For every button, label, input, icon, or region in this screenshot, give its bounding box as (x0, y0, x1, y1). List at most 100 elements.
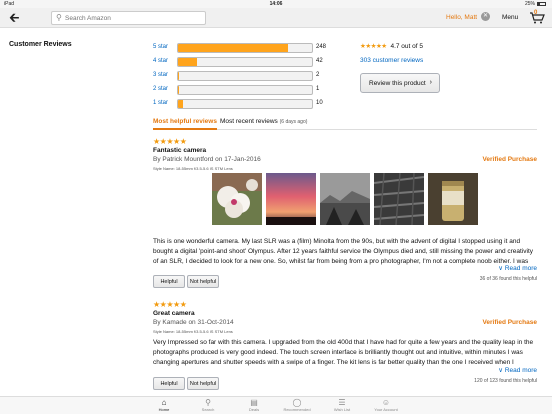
review-title[interactable]: Fantastic camera (153, 147, 206, 154)
cart-button[interactable]: 0 (529, 10, 545, 24)
review-card: ★★★★★ Great camera By Kamade on 31-Oct-2… (153, 300, 537, 395)
histogram-bar (177, 85, 313, 95)
histogram-label[interactable]: 1 star (153, 100, 168, 106)
histogram-fill (178, 72, 180, 80)
tabbar-label: Wish List (333, 407, 351, 412)
histogram-fill (178, 44, 288, 52)
not-helpful-button[interactable]: Not helpful (187, 377, 219, 390)
histogram-count: 10 (316, 100, 323, 106)
search-icon: ⚲ (205, 398, 211, 407)
histogram-row-5[interactable]: 5 star 248 (153, 43, 333, 53)
histogram-row-4[interactable]: 4 star 42 (153, 57, 333, 67)
histogram-count: 42 (316, 58, 323, 64)
battery-icon (537, 1, 546, 6)
review-date: on 31-Oct-2014 (188, 319, 234, 326)
histogram-row-2[interactable]: 2 star 1 (153, 85, 333, 95)
customer-reviews-link[interactable]: 303 customer reviews (360, 57, 423, 64)
histogram-label[interactable]: 2 star (153, 86, 168, 92)
average-rating-text: 4.7 out of 5 (390, 43, 423, 50)
tab-most-helpful[interactable]: Most helpful reviews (153, 118, 217, 130)
not-helpful-button[interactable]: Not helpful (187, 275, 219, 288)
review-image-bw-landscape[interactable] (320, 173, 370, 225)
read-more-link[interactable]: ∨ Read more (498, 366, 537, 374)
tabbar-item-home[interactable]: ⌂ Home (144, 398, 184, 412)
histogram-label[interactable]: 4 star (153, 58, 168, 64)
tabbar-label: Deals (248, 407, 260, 412)
histogram-count: 2 (316, 72, 320, 78)
read-more-label: Read more (504, 367, 537, 374)
review-image-bw-texture[interactable] (374, 173, 424, 225)
review-image-sunset[interactable] (266, 173, 316, 225)
tabbar-item-account[interactable]: ☺ Your Account (366, 398, 406, 412)
tabbar-label: Your Account (374, 407, 398, 412)
battery-indicator: 25% (525, 1, 546, 7)
histogram-label[interactable]: 5 star (153, 44, 168, 50)
average-rating: ★★★★★ 4.7 out of 5 (360, 42, 423, 50)
chevron-right-icon: › (429, 79, 432, 86)
review-product-label: Review this product (369, 79, 426, 87)
tabbar-label: Home (158, 407, 170, 412)
read-more-link[interactable]: ∨ Read more (498, 264, 537, 272)
recommended-icon: ◯ (292, 398, 302, 407)
review-style: Style Name: 18-55mm f/3.5-5.6 IS STM Len… (153, 166, 233, 171)
review-title[interactable]: Great camera (153, 310, 195, 317)
review-author[interactable]: Kamade (162, 319, 186, 326)
search-box[interactable]: ⚲ (51, 11, 206, 25)
average-stars: ★★★★★ (360, 43, 387, 50)
tabbar-item-wishlist[interactable]: ☰ Wish List (322, 398, 362, 412)
tab-most-recent-label: Most recent reviews (220, 118, 278, 125)
clear-icon[interactable]: ✕ (481, 12, 490, 21)
histogram-row-1[interactable]: 1 star 10 (153, 99, 333, 109)
review-style: Style Name: 18-55mm f/3.5-5.6 IS STM Len… (153, 329, 233, 334)
account-icon: ☺ (381, 398, 391, 407)
review-sort-tabs: Most helpful reviews Most recent reviews… (153, 117, 537, 130)
verified-badge: Verified Purchase (482, 319, 537, 326)
review-byline: By Kamade on 31-Oct-2014 (153, 319, 234, 326)
review-stars: ★★★★★ (153, 300, 187, 309)
histogram-label[interactable]: 3 star (153, 72, 168, 78)
tabbar-label: Recommended (283, 407, 311, 412)
status-bar: iPad 14:06 25% (0, 0, 552, 8)
helpful-count: 36 of 36 found this helpful (479, 276, 537, 282)
histogram-bar (177, 57, 313, 67)
helpful-button[interactable]: Helpful (153, 275, 185, 288)
battery-percent: 25% (524, 1, 535, 7)
tabbar-item-recommended[interactable]: ◯ Recommended (277, 398, 317, 412)
review-byline: By Patrick Mountford on 17-Jan-2016 (153, 156, 261, 163)
bottom-tab-bar: ⌂ Home ⚲ Search ▤ Deals ◯ Recommended ☰ Wish … (0, 396, 552, 414)
histogram-bar (177, 71, 313, 81)
review-author[interactable]: Patrick Mountford (162, 156, 213, 163)
histogram-bar (177, 43, 313, 53)
review-image-flower[interactable] (212, 173, 262, 225)
home-icon: ⌂ (161, 398, 167, 407)
histogram-fill (178, 100, 183, 108)
search-icon: ⚲ (56, 13, 62, 22)
review-product-button[interactable]: Review this product › (360, 73, 440, 93)
search-input[interactable] (65, 13, 203, 23)
review-stars: ★★★★★ (153, 137, 187, 146)
tab-most-recent[interactable]: Most recent reviews (6 days ago) (220, 118, 307, 125)
helpful-button[interactable]: Helpful (153, 377, 185, 390)
wishlist-icon: ☰ (338, 398, 346, 407)
histogram-fill (178, 58, 197, 66)
tabbar-item-search[interactable]: ⚲ Search (188, 398, 228, 412)
review-images (212, 173, 478, 225)
helpful-count: 120 of 123 found this helpful (474, 378, 537, 384)
byline-prefix: By (153, 156, 161, 163)
histogram-row-3[interactable]: 3 star 2 (153, 71, 333, 81)
page-title: Customer Reviews (9, 41, 72, 48)
top-bar: 🡰 ⚲ Hello, Matt ✕ Menu 0 (0, 8, 552, 28)
tab-most-recent-note: (6 days ago) (279, 119, 308, 125)
review-body: This is one wonderful camera. My last SL… (153, 238, 534, 265)
histogram-count: 1 (316, 86, 320, 92)
review-date: on 17-Jan-2016 (215, 156, 261, 163)
menu-button[interactable]: Menu (502, 14, 518, 21)
review-image-can[interactable] (428, 173, 478, 225)
deals-icon: ▤ (250, 398, 258, 407)
tabbar-item-deals[interactable]: ▤ Deals (234, 398, 274, 412)
back-arrow-icon[interactable]: 🡰 (9, 10, 20, 26)
histogram-bar (177, 99, 313, 109)
review-card: ★★★★★ Fantastic camera By Patrick Mountf… (153, 137, 537, 289)
greeting-link[interactable]: Hello, Matt (446, 14, 477, 21)
review-body: Very Impressed so far with this camera. … (153, 339, 534, 366)
